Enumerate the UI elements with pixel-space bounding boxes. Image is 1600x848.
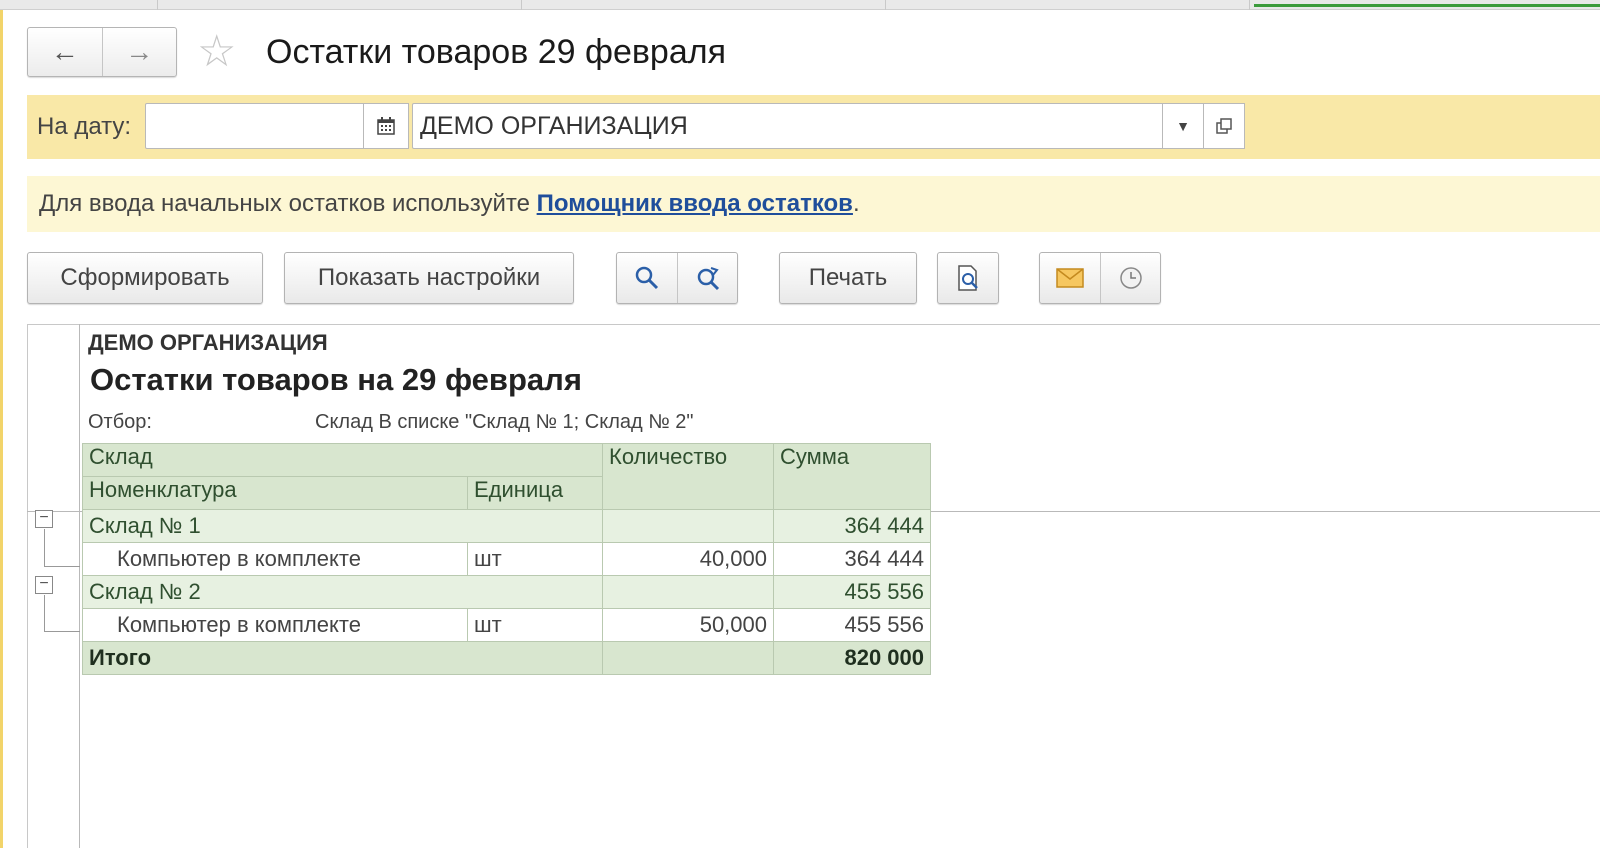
tree-line bbox=[44, 595, 45, 632]
organization-open-button[interactable] bbox=[1203, 103, 1245, 149]
hint-text: Для ввода начальных остатков используйте bbox=[39, 190, 537, 217]
report-filter-label: Отбор: bbox=[88, 411, 152, 433]
item-name: Компьютер в комплекте bbox=[82, 608, 468, 642]
item-sum: 364 444 bbox=[773, 542, 931, 576]
group-sum: 364 444 bbox=[773, 509, 931, 543]
tree-line bbox=[44, 631, 80, 632]
search-button[interactable] bbox=[617, 253, 677, 303]
open-window-icon bbox=[1216, 118, 1232, 134]
window-tab[interactable] bbox=[0, 0, 158, 10]
group-name: Склад № 1 bbox=[82, 509, 603, 543]
report-table: Склад Количество Сумма Номенклатура Един… bbox=[82, 443, 931, 675]
form-edge bbox=[0, 10, 3, 848]
tree-line bbox=[44, 529, 45, 567]
report-title: Остатки товаров на 29 февраля bbox=[90, 362, 582, 397]
item-quantity: 40,000 bbox=[602, 542, 774, 576]
arrow-left-icon: ← bbox=[50, 36, 79, 67]
header-item: Номенклатура bbox=[82, 476, 468, 510]
schedule-button[interactable] bbox=[1100, 253, 1160, 303]
group-row[interactable]: Склад № 1 364 444 bbox=[82, 509, 931, 543]
header-warehouse: Склад bbox=[82, 443, 603, 477]
header-sum: Сумма bbox=[773, 443, 931, 510]
navigation-buttons: ← → bbox=[27, 27, 177, 77]
total-quantity bbox=[602, 641, 774, 675]
total-row: Итого 820 000 bbox=[82, 641, 931, 675]
search-button-group bbox=[616, 252, 738, 304]
calendar-button[interactable] bbox=[363, 103, 409, 149]
date-field[interactable] bbox=[145, 103, 388, 149]
table-row[interactable]: Компьютер в комплекте шт 50,000 455 556 bbox=[82, 608, 931, 642]
star-icon[interactable]: ☆ bbox=[197, 26, 236, 78]
search-refresh-icon bbox=[697, 267, 719, 291]
item-name: Компьютер в комплекте bbox=[82, 542, 468, 576]
header-unit: Единица bbox=[467, 476, 603, 510]
header-quantity: Количество bbox=[602, 443, 774, 510]
hint-bar: Для ввода начальных остатков используйте… bbox=[27, 176, 1600, 232]
group-sum: 455 556 bbox=[773, 575, 931, 609]
total-label: Итого bbox=[82, 641, 603, 675]
date-label: На дату: bbox=[37, 113, 132, 140]
search-next-button[interactable] bbox=[677, 253, 737, 303]
search-icon bbox=[635, 266, 659, 290]
back-button[interactable]: ← bbox=[28, 28, 102, 76]
total-sum: 820 000 bbox=[773, 641, 931, 675]
group-quantity bbox=[602, 575, 774, 609]
item-unit: шт bbox=[467, 542, 603, 576]
generate-button[interactable]: Сформировать bbox=[27, 252, 263, 304]
organization-field[interactable]: ДЕМО ОРГАНИЗАЦИЯ bbox=[412, 103, 1189, 149]
print-button[interactable]: Печать bbox=[779, 252, 917, 304]
report-organization: ДЕМО ОРГАНИЗАЦИЯ bbox=[88, 330, 328, 355]
window-tab[interactable] bbox=[886, 0, 1250, 10]
table-row[interactable]: Компьютер в комплекте шт 40,000 364 444 bbox=[82, 542, 931, 576]
hint-suffix: . bbox=[852, 190, 860, 217]
item-sum: 455 556 bbox=[773, 608, 931, 642]
envelope-icon bbox=[1056, 268, 1084, 288]
filter-panel: На дату: ДЕМО ОРГАНИЗАЦИЯ ▼ bbox=[27, 95, 1600, 159]
group-name: Склад № 2 bbox=[82, 575, 603, 609]
balance-assistant-link[interactable]: Помощник ввода остатков bbox=[537, 190, 853, 217]
collapse-group-1-toggle[interactable]: − bbox=[35, 510, 53, 528]
chevron-down-icon: ▼ bbox=[1176, 118, 1190, 134]
clock-icon bbox=[1119, 267, 1142, 289]
collapse-group-2-toggle[interactable]: − bbox=[35, 576, 53, 594]
report-filter-value: Склад В списке "Склад № 1; Склад № 2" bbox=[315, 411, 694, 433]
preview-button[interactable] bbox=[937, 252, 999, 304]
report-gutter-divider bbox=[79, 324, 80, 848]
calendar-icon bbox=[377, 117, 395, 135]
tree-line bbox=[44, 566, 80, 567]
arrow-right-icon: → bbox=[125, 36, 154, 67]
organization-dropdown-button[interactable]: ▼ bbox=[1162, 103, 1204, 149]
window-tab[interactable] bbox=[158, 0, 522, 10]
window-tab-strip bbox=[0, 0, 1600, 10]
group-row[interactable]: Склад № 2 455 556 bbox=[82, 575, 931, 609]
item-unit: шт bbox=[467, 608, 603, 642]
group-quantity bbox=[602, 509, 774, 543]
show-settings-button[interactable]: Показать настройки bbox=[284, 252, 574, 304]
send-email-button[interactable] bbox=[1040, 253, 1100, 303]
page-title: Остатки товаров 29 февраля bbox=[266, 33, 726, 71]
table-header-row: Склад Количество Сумма bbox=[82, 443, 931, 510]
print-preview-icon bbox=[958, 265, 978, 291]
item-quantity: 50,000 bbox=[602, 608, 774, 642]
mail-button-group bbox=[1039, 252, 1161, 304]
active-tab-indicator bbox=[1254, 4, 1600, 7]
window-tab[interactable] bbox=[522, 0, 886, 10]
forward-button[interactable]: → bbox=[101, 28, 177, 76]
